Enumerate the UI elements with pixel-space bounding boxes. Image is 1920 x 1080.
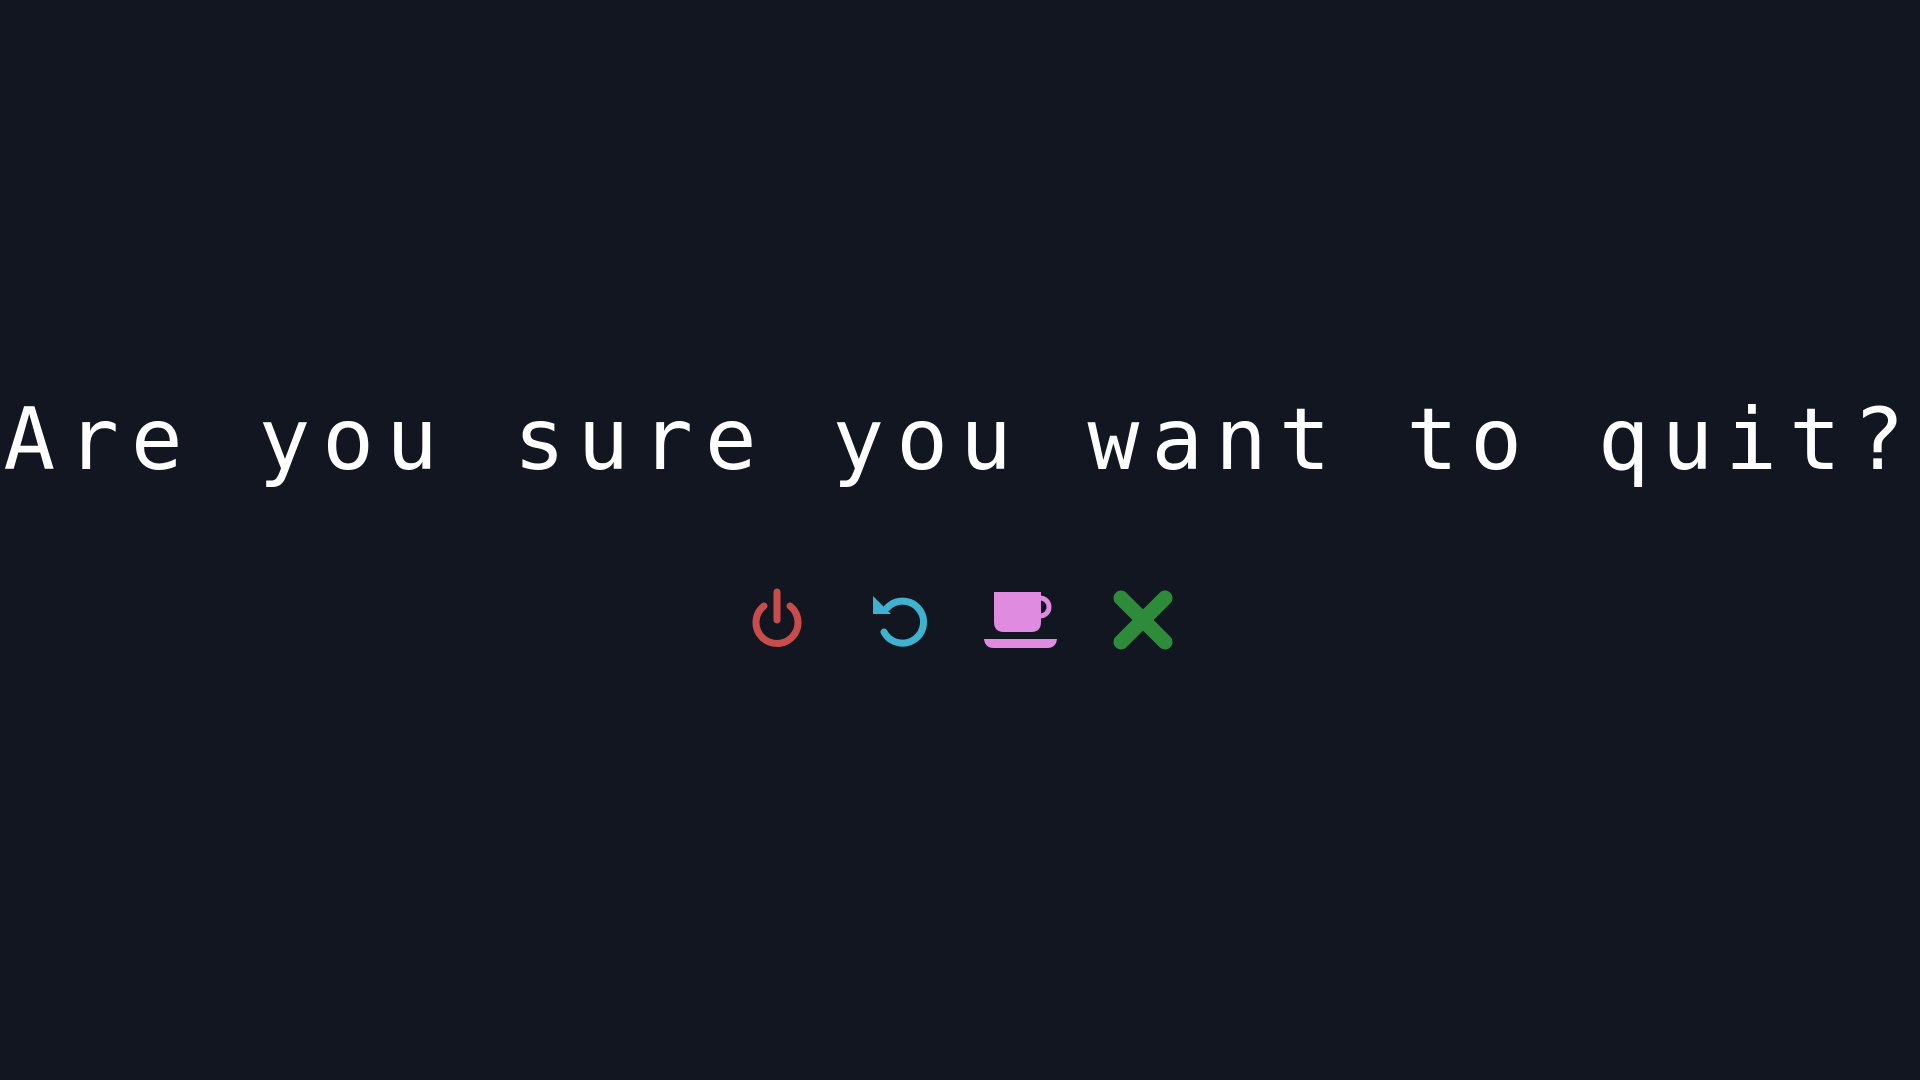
close-x-icon (1113, 590, 1173, 650)
cancel-option[interactable] (1105, 582, 1181, 658)
power-icon (752, 588, 802, 647)
restart-icon (873, 596, 928, 647)
quit-prompt-text: Are you sure you want to quit? (3, 390, 1917, 490)
quit-options-row (0, 580, 1920, 660)
suspend-option[interactable] (983, 582, 1059, 658)
restart-option[interactable] (861, 582, 937, 658)
quit-confirmation-screen: Are you sure you want to quit? (0, 0, 1920, 1080)
coffee-cup-icon (984, 592, 1057, 648)
power-off-option[interactable] (739, 582, 815, 658)
